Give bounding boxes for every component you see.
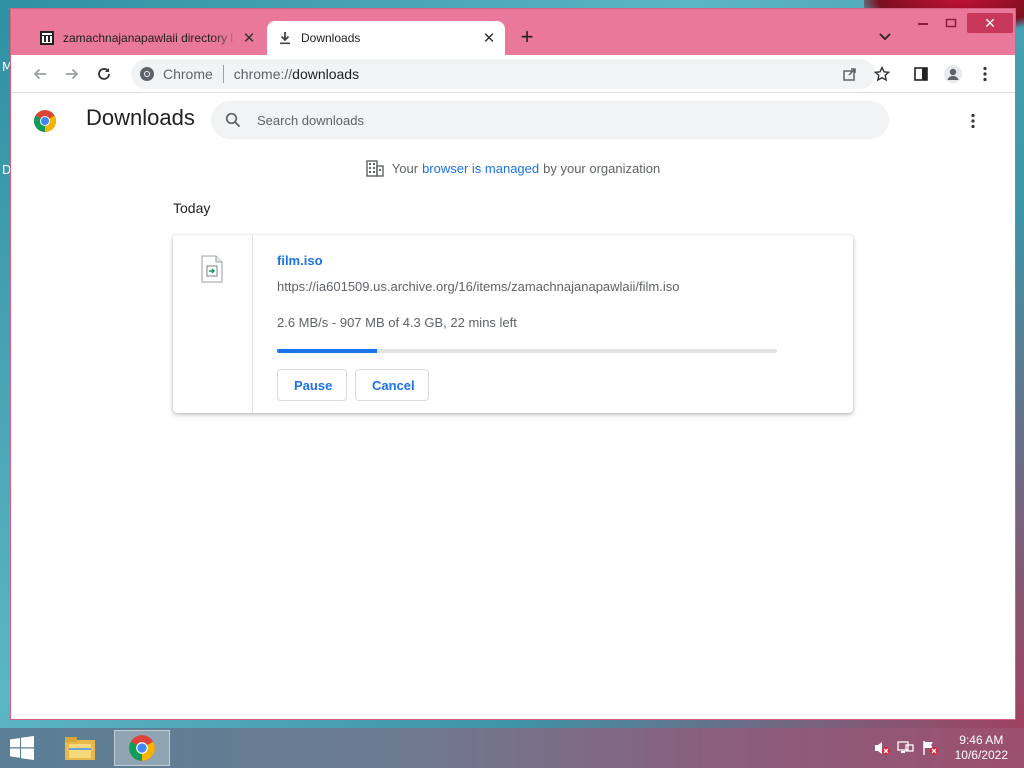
clock-date: 10/6/2022 (954, 748, 1008, 762)
url-text[interactable]: chrome://downloads (234, 66, 359, 82)
site-label: Chrome (163, 66, 213, 82)
tab-archive-directory[interactable]: zamachnajanapawlaii directory l ✕ (29, 21, 265, 55)
tab-strip: zamachnajanapawlaii directory l ✕ Downlo… (11, 9, 1015, 55)
clock-time: 9:46 AM (959, 733, 1004, 747)
archive-icon (39, 30, 55, 46)
maximize-button[interactable] (939, 13, 963, 33)
site-chip[interactable]: Chrome (139, 66, 213, 82)
managed-link[interactable]: browser is managed (422, 161, 539, 176)
cancel-button[interactable]: Cancel (355, 369, 429, 401)
file-explorer-icon[interactable] (52, 730, 108, 766)
download-progress-fill (277, 349, 377, 353)
managed-prefix: Your (391, 160, 419, 176)
managed-suffix: by your organization (543, 160, 661, 176)
new-tab-button[interactable]: + (515, 24, 539, 49)
close-tab-icon[interactable]: ✕ (479, 28, 499, 48)
address-bar[interactable]: Chrome chrome://downloads (131, 59, 875, 89)
side-panel-icon[interactable] (908, 61, 934, 87)
system-clock[interactable]: 9:46 AM 10/6/2022 (955, 733, 1008, 763)
forward-icon[interactable] (59, 61, 85, 87)
date-heading: Today (173, 200, 211, 216)
search-icon (223, 110, 243, 130)
browser-window: zamachnajanapawlaii directory l ✕ Downlo… (10, 8, 1016, 720)
download-icon (277, 30, 293, 46)
tab-title: Downloads (301, 31, 361, 45)
profile-avatar-icon[interactable] (940, 61, 966, 87)
downloads-header: Downloads (11, 93, 1015, 151)
omnibox-divider (222, 65, 224, 83)
windows-start-icon[interactable] (8, 736, 38, 760)
taskbar: 9:46 AM 10/6/2022 (0, 728, 1024, 768)
download-source-url: https://ia601509.us.archive.org/16/items… (277, 279, 680, 294)
pause-button[interactable]: Pause (277, 369, 347, 401)
more-actions-icon[interactable] (961, 109, 985, 133)
reload-icon[interactable] (91, 61, 117, 87)
chevron-down-icon[interactable] (875, 27, 895, 47)
minimize-button[interactable] (911, 13, 935, 33)
download-status-text: 2.6 MB/s - 907 MB of 4.3 GB, 22 mins lef… (277, 315, 517, 330)
chrome-logo-icon (33, 109, 57, 133)
download-item-icon-column (173, 235, 253, 413)
download-progress-bar (277, 349, 777, 353)
url-path: downloads (292, 66, 360, 82)
building-icon (366, 159, 384, 177)
back-icon[interactable] (27, 61, 53, 87)
close-window-button[interactable]: ✕ (967, 13, 1013, 33)
page-title: Downloads (86, 105, 195, 130)
url-scheme: chrome:// (233, 66, 293, 82)
downloads-page: Downloads Your browser is managed by you… (11, 93, 1015, 719)
action-center-alert-icon[interactable] (920, 738, 940, 758)
star-icon[interactable] (869, 61, 895, 87)
volume-muted-icon[interactable] (872, 738, 892, 758)
search-input[interactable] (257, 112, 817, 128)
download-item-card: film.iso https://ia601509.us.archive.org… (173, 235, 853, 413)
network-icon[interactable] (896, 738, 916, 758)
managed-notice: Your browser is managed by your organiza… (11, 159, 1015, 177)
download-filename-link[interactable]: film.iso (277, 253, 323, 268)
menu-kebab-icon[interactable] (972, 61, 998, 87)
file-icon (201, 255, 223, 283)
browser-toolbar: Chrome chrome://downloads (11, 55, 1015, 93)
search-box[interactable] (211, 101, 889, 139)
close-tab-icon[interactable]: ✕ (239, 28, 259, 48)
tab-downloads[interactable]: Downloads ✕ (267, 21, 505, 55)
chrome-icon[interactable] (114, 730, 170, 766)
tab-title: zamachnajanapawlaii directory l (63, 31, 234, 45)
chrome-icon (140, 67, 154, 81)
share-icon[interactable] (837, 61, 863, 87)
